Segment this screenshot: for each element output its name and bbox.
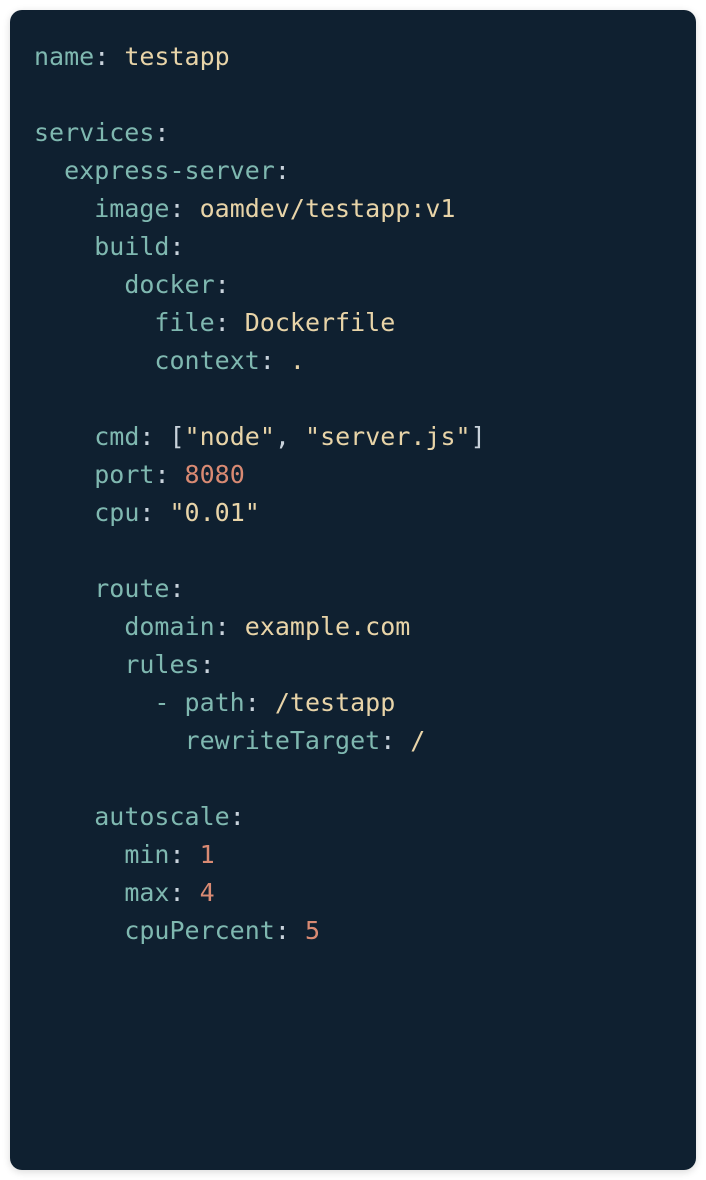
quote: " xyxy=(260,422,275,451)
yaml-key-min: min xyxy=(124,840,169,869)
colon: : xyxy=(245,688,275,717)
yaml-key-cpuPercent: cpuPercent xyxy=(124,916,275,945)
yaml-key-context: context xyxy=(154,346,259,375)
yaml-list-dash: - xyxy=(154,688,184,717)
comma: , xyxy=(275,422,305,451)
yaml-cmd-arg1: node xyxy=(200,422,260,451)
colon: : xyxy=(380,726,410,755)
colon: : xyxy=(139,498,169,527)
yaml-value-context: . xyxy=(290,346,305,375)
quote: " xyxy=(185,422,200,451)
yaml-value-cpu: 0.01 xyxy=(185,498,245,527)
yaml-value-cpuPercent: 5 xyxy=(305,916,320,945)
quote: " xyxy=(456,422,471,451)
yaml-value-file: Dockerfile xyxy=(245,308,396,337)
colon: : xyxy=(169,878,199,907)
yaml-key-services: services xyxy=(34,118,154,147)
colon: : xyxy=(215,270,230,299)
yaml-value-min: 1 xyxy=(200,840,215,869)
quote: " xyxy=(305,422,320,451)
bracket-open: [ xyxy=(169,422,184,451)
yaml-key-cmd: cmd xyxy=(94,422,139,451)
yaml-key-path: path xyxy=(185,688,245,717)
colon: : xyxy=(154,118,169,147)
quote: " xyxy=(245,498,260,527)
yaml-key-autoscale: autoscale xyxy=(94,802,229,831)
yaml-value-path: /testapp xyxy=(275,688,395,717)
colon: : xyxy=(169,232,184,261)
yaml-key-rules: rules xyxy=(124,650,199,679)
yaml-key-file: file xyxy=(154,308,214,337)
colon: : xyxy=(169,194,199,223)
yaml-key-service-name: express-server xyxy=(64,156,275,185)
colon: : xyxy=(215,612,245,641)
colon: : xyxy=(154,460,184,489)
colon: : xyxy=(230,802,245,831)
yaml-cmd-arg2: server.js xyxy=(320,422,455,451)
yaml-key-image: image xyxy=(94,194,169,223)
yaml-value-rewrite: / xyxy=(410,726,425,755)
yaml-key-domain: domain xyxy=(124,612,214,641)
yaml-key-route: route xyxy=(94,574,169,603)
yaml-value-domain: example.com xyxy=(245,612,411,641)
yaml-key-name: name xyxy=(34,42,94,71)
yaml-key-build: build xyxy=(94,232,169,261)
colon: : xyxy=(275,916,305,945)
quote: " xyxy=(169,498,184,527)
colon: : xyxy=(169,840,199,869)
yaml-key-rewrite: rewriteTarget xyxy=(185,726,381,755)
colon: : xyxy=(94,42,124,71)
colon: : xyxy=(215,308,245,337)
yaml-key-port: port xyxy=(94,460,154,489)
colon: : xyxy=(260,346,290,375)
yaml-key-max: max xyxy=(124,878,169,907)
colon: : xyxy=(275,156,290,185)
colon: : xyxy=(200,650,215,679)
bracket-close: ] xyxy=(471,422,486,451)
yaml-value-image: oamdev/testapp:v1 xyxy=(200,194,456,223)
yaml-key-cpu: cpu xyxy=(94,498,139,527)
colon: : xyxy=(169,574,184,603)
yaml-value-max: 4 xyxy=(200,878,215,907)
yaml-value-name: testapp xyxy=(124,42,229,71)
yaml-value-port: 8080 xyxy=(185,460,245,489)
yaml-code-block: name: testapp services: express-server: … xyxy=(10,10,696,1170)
yaml-key-docker: docker xyxy=(124,270,214,299)
colon: : xyxy=(139,422,169,451)
